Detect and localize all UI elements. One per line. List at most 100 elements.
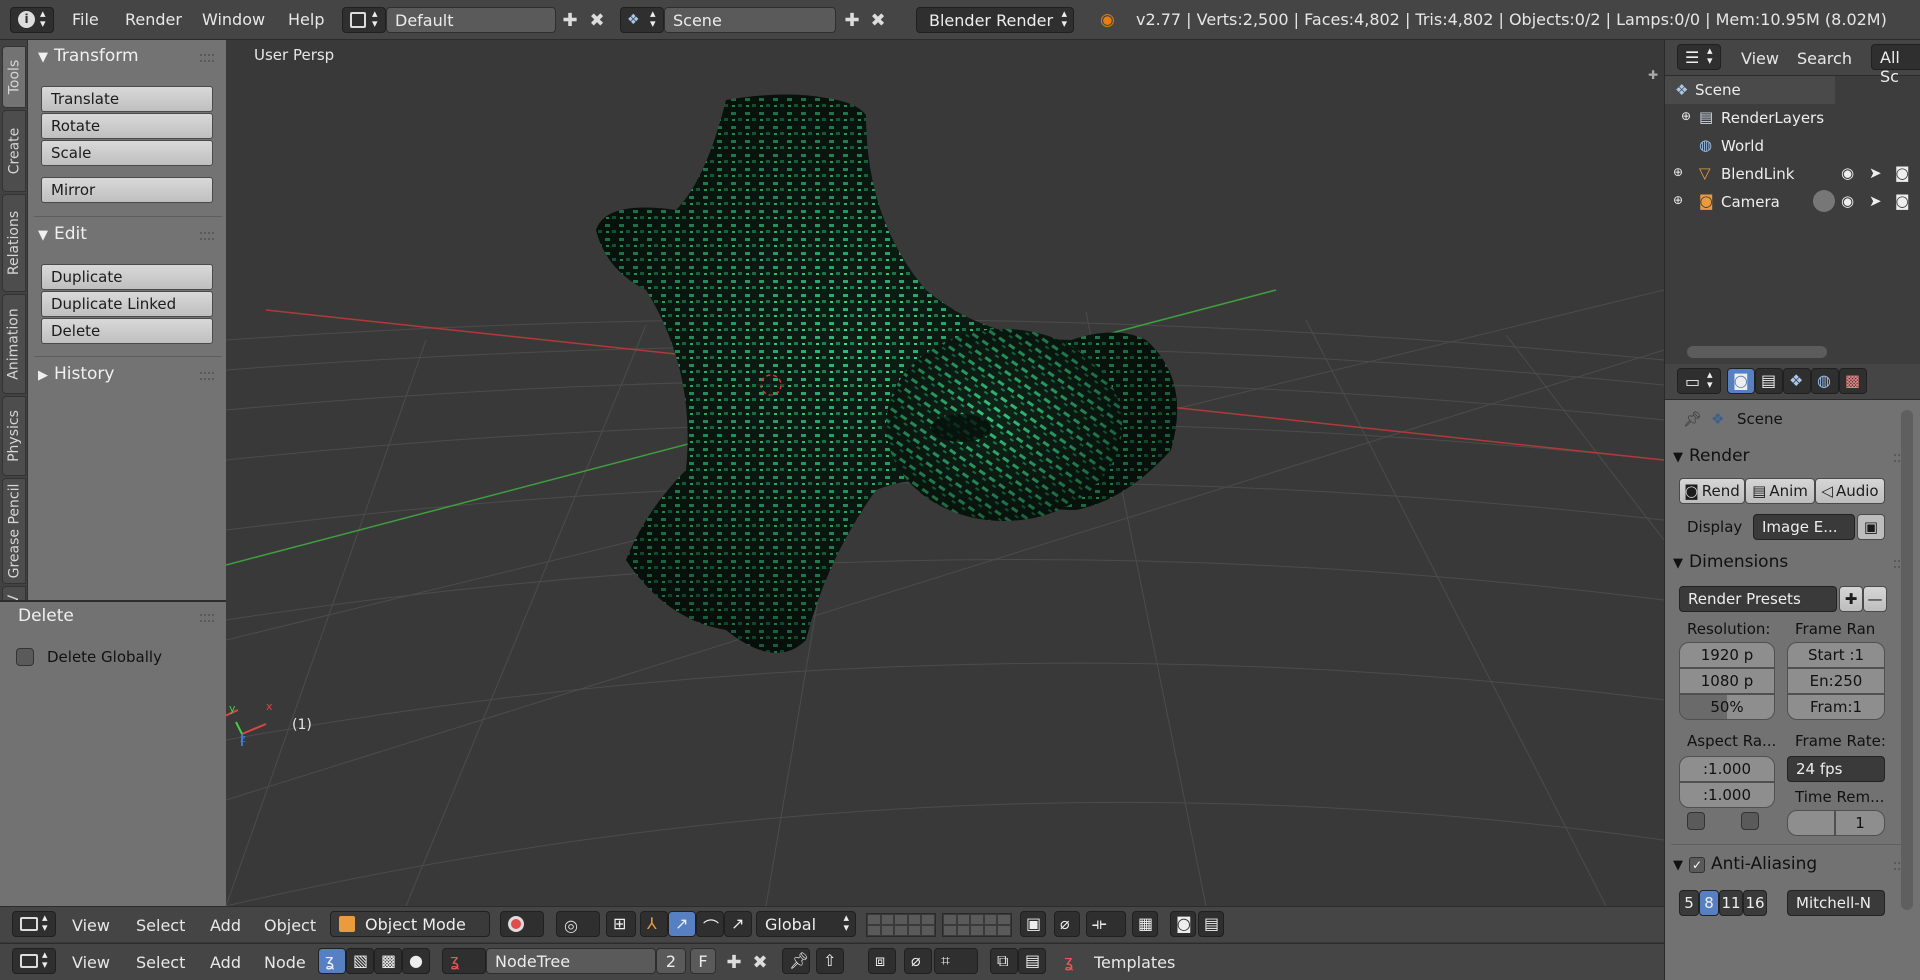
- layer-buttons-group-1[interactable]: [866, 913, 936, 937]
- drag-grip-icon[interactable]: [200, 614, 214, 622]
- tab-texture[interactable]: ▩: [1839, 368, 1867, 394]
- menu-render[interactable]: Render: [125, 10, 182, 29]
- tab-tools[interactable]: Tools: [2, 46, 26, 108]
- outliner-row-renderlayers[interactable]: ⊕ ▤ RenderLayers: [1665, 104, 1920, 132]
- display-mode-dropdown[interactable]: All Sc: [1871, 44, 1920, 86]
- selectable-cursor-icon[interactable]: ➤: [1869, 164, 1882, 182]
- menu-view[interactable]: View: [1741, 49, 1779, 68]
- frame-start-field[interactable]: Start :1: [1787, 642, 1885, 668]
- 3d-viewport[interactable]: User Persp (1) x y z ✚: [226, 40, 1664, 906]
- render-engine-dropdown[interactable]: Blender Render ▴ ▾: [916, 7, 1074, 33]
- add-scene-button[interactable]: ✚: [840, 8, 864, 32]
- anti-aliasing-panel-header[interactable]: ▼ ✓ Anti-Aliasing: [1673, 854, 1817, 874]
- node-tree-type-shader[interactable]: ▧: [346, 948, 374, 974]
- resolution-percentage-slider[interactable]: 50%: [1679, 694, 1775, 720]
- outliner-row-scene[interactable]: ❖ Scene: [1665, 76, 1835, 104]
- menu-view[interactable]: View: [72, 953, 110, 972]
- mirror-button[interactable]: Mirror: [41, 177, 213, 203]
- time-remap-new-field[interactable]: 1: [1835, 810, 1885, 836]
- menu-add[interactable]: Add: [210, 953, 241, 972]
- scale-tool-button[interactable]: ↗: [724, 911, 752, 937]
- translate-button[interactable]: Translate: [41, 86, 213, 112]
- menu-select[interactable]: Select: [136, 916, 185, 935]
- frame-end-field[interactable]: En:250: [1787, 668, 1885, 694]
- visibility-eye-icon[interactable]: ◉: [1841, 192, 1854, 210]
- node-magnet-toggle[interactable]: ⌀: [904, 948, 932, 974]
- lock-interface-button[interactable]: ▣: [1857, 514, 1885, 540]
- aa-samples-8[interactable]: 8: [1699, 890, 1719, 916]
- node-tree-type-sverchok[interactable]: ʓ: [318, 948, 346, 974]
- screen-layout-field[interactable]: Default: [386, 7, 556, 33]
- delete-button[interactable]: Delete: [41, 318, 213, 344]
- drag-grip-icon[interactable]: [200, 232, 214, 240]
- render-audio-button[interactable]: ◁ Audio: [1815, 478, 1885, 504]
- render-presets-dropdown[interactable]: Render Presets: [1679, 586, 1837, 612]
- menu-object[interactable]: Object: [264, 916, 316, 935]
- renderable-camera-icon[interactable]: ◙: [1895, 192, 1910, 210]
- aspect-y-field[interactable]: :1.000: [1679, 782, 1775, 808]
- editor-type-info-button[interactable]: i ▴ ▾: [10, 7, 54, 33]
- viewport-shading-dropdown[interactable]: [500, 911, 544, 937]
- unlink-node-tree-button[interactable]: ✖: [748, 950, 772, 974]
- frame-step-field[interactable]: Fram:1: [1787, 694, 1885, 720]
- menu-help[interactable]: Help: [288, 10, 324, 29]
- visibility-eye-icon[interactable]: ◉: [1841, 164, 1854, 182]
- screen-layout-selector[interactable]: ▴ ▾: [342, 7, 386, 33]
- node-snap-mode-dropdown[interactable]: ⌗: [934, 948, 978, 974]
- delete-globally-checkbox[interactable]: [16, 648, 34, 666]
- menu-search[interactable]: Search: [1797, 49, 1852, 68]
- display-dropdown[interactable]: Image E...: [1753, 514, 1855, 540]
- fake-user-button[interactable]: F: [690, 948, 716, 974]
- snap-dropdown[interactable]: ⟛: [1086, 911, 1126, 937]
- tab-physics[interactable]: Physics: [2, 396, 26, 476]
- duplicate-button[interactable]: Duplicate: [41, 264, 213, 290]
- menu-view[interactable]: View: [72, 916, 110, 935]
- render-panel-header[interactable]: ▼ Render: [1673, 446, 1750, 466]
- rotate-manipulator-button[interactable]: ↗: [668, 911, 696, 937]
- tab-animation[interactable]: Animation: [2, 294, 26, 394]
- go-parent-button[interactable]: ⇧: [816, 948, 844, 974]
- node-tree-name-field[interactable]: NodeTree: [486, 948, 656, 974]
- aa-filter-dropdown[interactable]: Mitchell-N: [1787, 890, 1885, 916]
- menu-window[interactable]: Window: [202, 10, 265, 29]
- translate-manipulator-button[interactable]: ⅄: [640, 911, 668, 937]
- render-still-button[interactable]: ◙: [1170, 911, 1196, 937]
- pin-icon[interactable]: 📌︎: [1683, 410, 1702, 428]
- editor-type-3dview-button[interactable]: ▴ ▾: [12, 911, 56, 937]
- time-remap-old-field[interactable]: [1787, 810, 1835, 836]
- resolution-y-field[interactable]: 1080 p: [1679, 668, 1775, 694]
- transform-panel-header[interactable]: ▼ Transform: [38, 46, 139, 66]
- scene-field[interactable]: Scene: [664, 7, 836, 33]
- aspect-x-field[interactable]: :1.000: [1679, 756, 1775, 782]
- node-tree-users-count[interactable]: 2: [656, 948, 686, 974]
- menu-select[interactable]: Select: [136, 953, 185, 972]
- menu-add[interactable]: Add: [210, 916, 241, 935]
- node-tree-type-texture[interactable]: ▩: [374, 948, 402, 974]
- tab-relations[interactable]: Relations: [2, 194, 26, 292]
- render-animation-button[interactable]: ▤: [1198, 911, 1224, 937]
- selectable-cursor-icon[interactable]: ➤: [1869, 192, 1882, 210]
- outliner-row-world[interactable]: ◍ World: [1665, 132, 1920, 160]
- editor-type-outliner-button[interactable]: ☰ ▴ ▾: [1677, 44, 1721, 70]
- edit-panel-header[interactable]: ▼ Edit: [38, 224, 87, 244]
- paste-nodes-button[interactable]: ▤: [1018, 948, 1046, 974]
- new-node-tree-button[interactable]: ✚: [722, 950, 746, 974]
- frame-rate-dropdown[interactable]: 24 fps: [1787, 756, 1885, 782]
- lock-layers-button[interactable]: ▣: [1020, 911, 1046, 937]
- duplicate-linked-button[interactable]: Duplicate Linked: [41, 291, 213, 317]
- remove-preset-button[interactable]: —: [1863, 586, 1887, 612]
- aa-samples-16[interactable]: 16: [1743, 890, 1767, 916]
- rotate-button[interactable]: Rotate: [41, 113, 213, 139]
- tab-render[interactable]: ◙: [1727, 368, 1755, 394]
- aa-samples-5[interactable]: 5: [1679, 890, 1699, 916]
- outliner-horizontal-scrollbar[interactable]: [1687, 346, 1827, 358]
- node-tree-type-compositing[interactable]: ●: [402, 948, 430, 974]
- anti-aliasing-checkbox[interactable]: ✓: [1689, 857, 1705, 873]
- pivot-point-dropdown[interactable]: ◎: [556, 911, 600, 937]
- node-tree-browse[interactable]: ʓ: [442, 948, 486, 974]
- menu-file[interactable]: File: [72, 10, 99, 29]
- history-panel-header[interactable]: ▶ History: [38, 364, 114, 384]
- snap-target-button[interactable]: ▦: [1132, 911, 1158, 937]
- render-animation-button[interactable]: ▤ Anim: [1745, 478, 1815, 504]
- menu-node[interactable]: Node: [264, 953, 306, 972]
